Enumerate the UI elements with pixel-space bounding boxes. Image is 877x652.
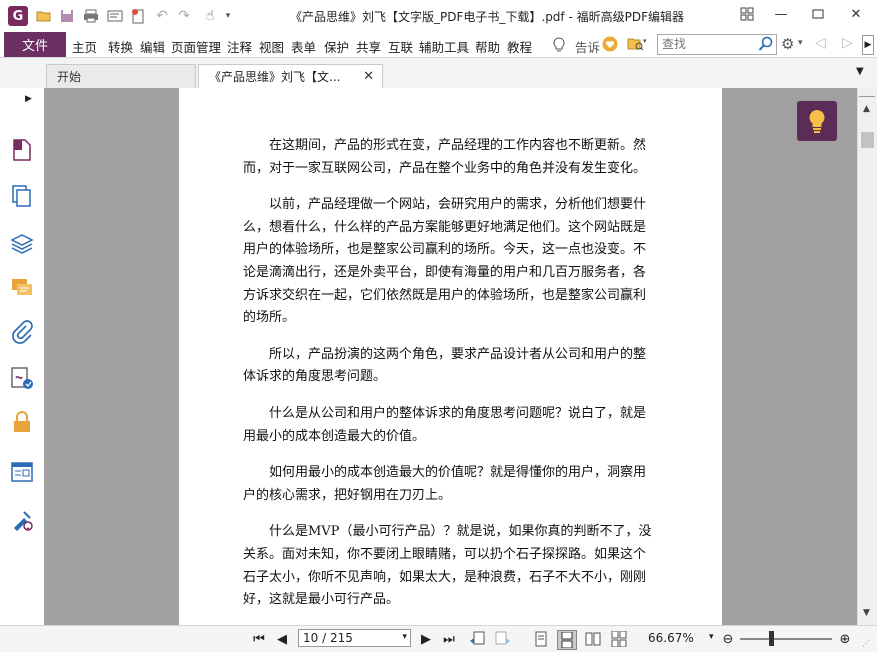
previous-page-icon[interactable]: ◀ (273, 630, 291, 648)
customize-toolbar-icon[interactable]: ▾ (219, 7, 237, 25)
zoom-slider-thumb[interactable] (769, 631, 774, 646)
next-view-icon[interactable] (494, 630, 512, 648)
lightbulb-tell-me-icon[interactable] (553, 37, 565, 56)
menu-accessibility[interactable]: 辅助工具 (419, 37, 469, 56)
window-title: 《产品思维》刘飞【文字版_PDF电子书_下载】.pdf - 福昕高级PDF编辑器 (290, 10, 684, 24)
paragraph: 在这期间，产品的形式在变，产品经理的工作内容也不断更新。然而，对于一家互联网公司… (243, 138, 647, 176)
navigation-panel: ▶ (0, 88, 45, 625)
menu-view[interactable]: 视图 (259, 37, 284, 56)
paragraph: 什么是从公司和用户的整体诉求的角度思考问题呢？说白了，就是用最小的成本创造最大的… (243, 405, 647, 444)
page-number-text: 10 / 215 (303, 631, 353, 645)
app-logo-icon[interactable]: G (8, 6, 28, 26)
attachments-icon[interactable] (10, 320, 34, 344)
page-thumbnails-icon[interactable] (10, 138, 34, 162)
scroll-top-bar[interactable] (859, 88, 875, 97)
form-fields-icon[interactable] (10, 460, 34, 484)
open-folder-icon[interactable] (35, 7, 53, 25)
tab-document-label: 《产品思维》刘飞【文... (209, 70, 341, 84)
settings-dropdown-icon[interactable]: ▾ (798, 38, 803, 48)
paragraph: 如何用最小的成本创造最大的价值呢？就是得懂你的用户，洞察用户的核心需求，把好钢用… (243, 465, 647, 503)
properties-icon[interactable] (106, 7, 124, 25)
nav-forward-icon[interactable]: ▷ (842, 35, 853, 51)
facing-view-icon[interactable] (584, 630, 602, 648)
search-icon[interactable] (758, 36, 774, 55)
menu-convert[interactable]: 转换 (108, 37, 133, 56)
ribbon-scroll-right-icon[interactable]: ▶ (862, 35, 874, 55)
tab-bar: 开始 《产品思维》刘飞【文... ✕ ▼ (0, 58, 877, 89)
continuous-facing-view-icon[interactable] (610, 630, 628, 648)
next-page-icon[interactable]: ▶ (417, 630, 435, 648)
menu-tutorial[interactable]: 教程 (507, 37, 532, 56)
tab-document[interactable]: 《产品思维》刘飞【文... ✕ (198, 64, 383, 88)
menu-comment[interactable]: 注释 (227, 37, 252, 56)
page-text: 在这期间，产品的形式在变，产品经理的工作内容也不断更新。然而，对于一家互联网公司… (243, 135, 657, 625)
minimize-icon[interactable]: — (766, 4, 796, 24)
feedback-heart-icon[interactable] (602, 36, 618, 55)
menu-edit[interactable]: 编辑 (140, 37, 165, 56)
tell-me-label[interactable]: 告诉 (575, 37, 600, 56)
zoom-level: 66.67% (648, 631, 694, 645)
search-box (657, 34, 777, 55)
print-icon[interactable] (82, 7, 100, 25)
comments-icon[interactable] (10, 276, 34, 300)
menu-form[interactable]: 表单 (291, 37, 316, 56)
zoom-out-icon[interactable]: ⊖ (719, 630, 737, 648)
expand-panel-icon[interactable]: ▶ (25, 94, 32, 104)
single-page-view-icon[interactable] (532, 630, 550, 648)
tab-list-dropdown-icon[interactable]: ▼ (856, 66, 864, 77)
pdf-page[interactable]: 在这期间，产品的形式在变，产品经理的工作内容也不断更新。然而，对于一家互联网公司… (179, 88, 722, 625)
menu-help[interactable]: 帮助 (475, 37, 500, 56)
document-viewer[interactable]: 在这期间，产品的形式在变，产品经理的工作内容也不断更新。然而，对于一家互联网公司… (44, 88, 857, 625)
search-input[interactable] (658, 35, 758, 52)
first-page-icon[interactable]: ⏮ (250, 630, 268, 648)
undo-icon[interactable]: ↶ (153, 7, 171, 25)
previous-view-icon[interactable] (468, 630, 486, 648)
save-icon[interactable] (58, 7, 76, 25)
menu-connect[interactable]: 互联 (388, 37, 413, 56)
lightbulb-tip-icon[interactable] (797, 101, 837, 141)
menu-protect[interactable]: 保护 (324, 37, 349, 56)
settings-gear-icon[interactable]: ⚙ (781, 35, 794, 53)
paragraph: 什么是MVP（最小可行产品）？就是说，如果你真的判断不了，没关系。面对未知，你不… (243, 524, 652, 608)
copy-pages-icon[interactable] (10, 184, 34, 208)
zoom-slider-track[interactable] (740, 638, 832, 640)
search-folder-icon[interactable]: ▾ (627, 36, 647, 55)
layers-icon[interactable] (10, 230, 34, 254)
close-window-icon[interactable]: ✕ (841, 4, 871, 24)
paragraph: 以前，产品经理做一个网站，会研究用户的需求，分析他们想要什么，想看什么，什么样的… (243, 197, 647, 326)
destinations-icon[interactable] (10, 508, 34, 532)
last-page-icon[interactable]: ⏭ (440, 630, 458, 648)
continuous-page-view-icon[interactable] (557, 630, 577, 650)
vertical-scrollbar[interactable]: ▲ ▼ (857, 88, 877, 625)
scrollbar-thumb[interactable] (861, 132, 874, 148)
security-lock-icon[interactable] (10, 410, 34, 434)
maximize-icon[interactable] (803, 4, 833, 24)
close-tab-icon[interactable]: ✕ (363, 69, 374, 84)
page-dropdown-icon[interactable]: ▾ (402, 632, 407, 642)
app-grid-icon[interactable] (732, 4, 762, 24)
menu-page-management[interactable]: 页面管理 (171, 37, 221, 56)
menu-bar: 文件 主页 转换 编辑 页面管理 注释 视图 表单 保护 共享 互联 辅助工具 … (0, 32, 877, 58)
scroll-down-icon[interactable]: ▼ (863, 608, 870, 618)
zoom-in-icon[interactable]: ⊕ (836, 630, 854, 648)
nav-back-icon[interactable]: ◁ (815, 35, 826, 51)
hand-tool-icon[interactable]: ☝ (201, 7, 219, 25)
tab-start[interactable]: 开始 (46, 64, 196, 88)
page-number-field[interactable]: 10 / 215 ▾ (298, 629, 411, 647)
file-menu-button[interactable]: 文件 (4, 32, 66, 57)
status-bar: ⏮ ◀ 10 / 215 ▾ ▶ ⏭ 66.67% ▾ ⊖ ⊕ ⋰ (0, 625, 877, 652)
paragraph: 所以，产品扮演的这两个角色，要求产品设计者从公司和用户的整体诉求的角度思考问题。 (243, 346, 647, 385)
svg-text:▾: ▾ (643, 37, 647, 45)
redo-icon[interactable]: ↷ (175, 7, 193, 25)
title-bar: G ↶ ↷ ☝ ▾ 《产品思维》刘飞【文字版_PDF电子书_下载】.pdf - … (0, 0, 877, 33)
menu-home[interactable]: 主页 (72, 37, 97, 56)
zoom-dropdown-icon[interactable]: ▾ (709, 632, 714, 642)
menu-share[interactable]: 共享 (356, 37, 381, 56)
new-document-icon[interactable] (129, 7, 147, 25)
tab-start-label: 开始 (57, 70, 82, 84)
resize-grip-icon[interactable]: ⋰ (862, 639, 870, 648)
scroll-up-icon[interactable]: ▲ (863, 104, 870, 114)
signature-icon[interactable] (10, 366, 34, 390)
